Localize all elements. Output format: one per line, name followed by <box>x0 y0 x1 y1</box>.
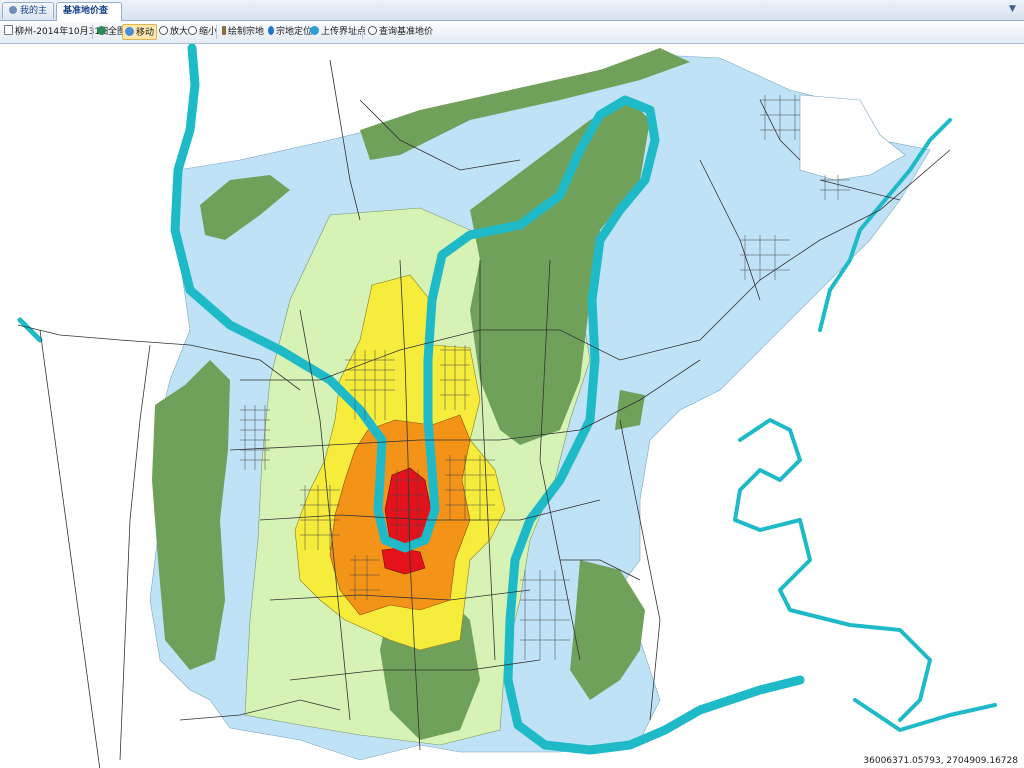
document-icon <box>4 25 13 35</box>
home-icon <box>9 6 17 14</box>
draw-parcel-button[interactable]: 绘制宗地 <box>220 24 266 40</box>
map-canvas[interactable]: 36006371.05793, 2704909.16728 <box>0 44 1024 768</box>
pencil-icon <box>222 26 226 35</box>
toolbar-divider <box>362 25 363 39</box>
query-land-price-button[interactable]: 查询基准地价 <box>366 24 435 40</box>
green-space <box>152 360 230 670</box>
globe-icon <box>97 26 106 35</box>
map-toolbar: 柳州-2014年10月31日 全图 移动 放大 缩小 绘制宗地 宗地定位 上传界… <box>0 21 1024 44</box>
zoom-in-icon <box>159 26 168 35</box>
toolbar-divider <box>92 25 93 39</box>
map-svg <box>0 44 1024 768</box>
zoom-out-button[interactable]: 缩小 <box>186 24 219 40</box>
location-pin-icon <box>268 26 274 35</box>
locate-parcel-button[interactable]: 宗地定位 <box>266 24 314 40</box>
upload-icon <box>310 26 319 35</box>
zoom-out-icon <box>188 26 197 35</box>
tab-land-price-query[interactable]: 基准地价查询✕ <box>56 2 122 34</box>
upload-points-button[interactable]: 上传界址点 <box>308 24 368 40</box>
search-icon <box>368 26 377 35</box>
app-window: 我的主页 基准地价查询✕ ▼ 柳州-2014年10月31日 全图 移动 放大 缩… <box>0 0 1024 768</box>
coordinate-readout: 36006371.05793, 2704909.16728 <box>861 755 1020 767</box>
collapse-icon[interactable]: ▼ <box>1007 4 1018 15</box>
toolbar-divider <box>216 25 217 39</box>
pan-icon <box>125 27 134 36</box>
tab-strip: 我的主页 基准地价查询✕ ▼ <box>0 0 1024 34</box>
pan-button[interactable]: 移动 <box>122 24 158 40</box>
tab-home[interactable]: 我的主页 <box>2 2 54 33</box>
